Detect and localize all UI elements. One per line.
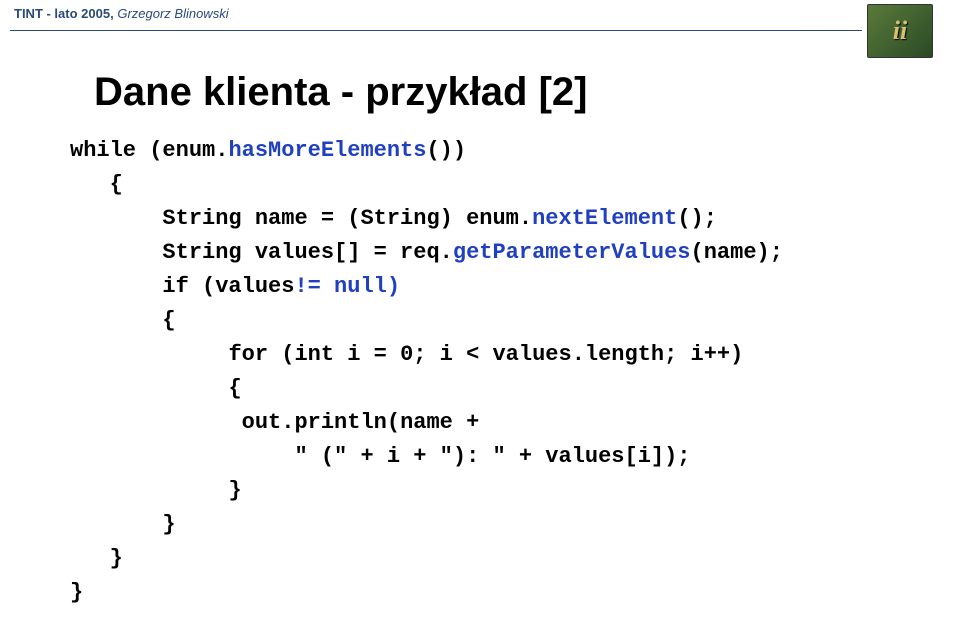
- slide-header: TINT - lato 2005, Grzegorz Blinowski: [14, 6, 229, 21]
- logo-text: ii: [893, 16, 907, 46]
- code-line: for (int i = 0; i < values.length; i++): [70, 338, 783, 372]
- slide-title: Dane klienta - przykład [2]: [94, 70, 587, 115]
- code-line: }: [70, 576, 783, 610]
- code-line: {: [70, 168, 783, 202]
- code-block: while (enum.hasMoreElements()) { String …: [70, 134, 783, 610]
- code-line: {: [70, 372, 783, 406]
- code-line: String name = (String) enum.nextElement(…: [70, 202, 783, 236]
- header-rule: [10, 30, 862, 31]
- code-line: }: [70, 542, 783, 576]
- code-line: while (enum.hasMoreElements()): [70, 134, 783, 168]
- code-line: " (" + i + "): " + values[i]);: [70, 440, 783, 474]
- header-dots: - - - - - - - - - - - - - - - -: [802, 28, 859, 34]
- logo-badge: ii: [867, 4, 933, 58]
- code-line: out.println(name +: [70, 406, 783, 440]
- code-line: {: [70, 304, 783, 338]
- author-label: Grzegorz Blinowski: [117, 6, 228, 21]
- code-line: if (values!= null): [70, 270, 783, 304]
- code-line: }: [70, 508, 783, 542]
- code-line: String values[] = req.getParameterValues…: [70, 236, 783, 270]
- code-line: }: [70, 474, 783, 508]
- course-label: TINT - lato 2005,: [14, 6, 114, 21]
